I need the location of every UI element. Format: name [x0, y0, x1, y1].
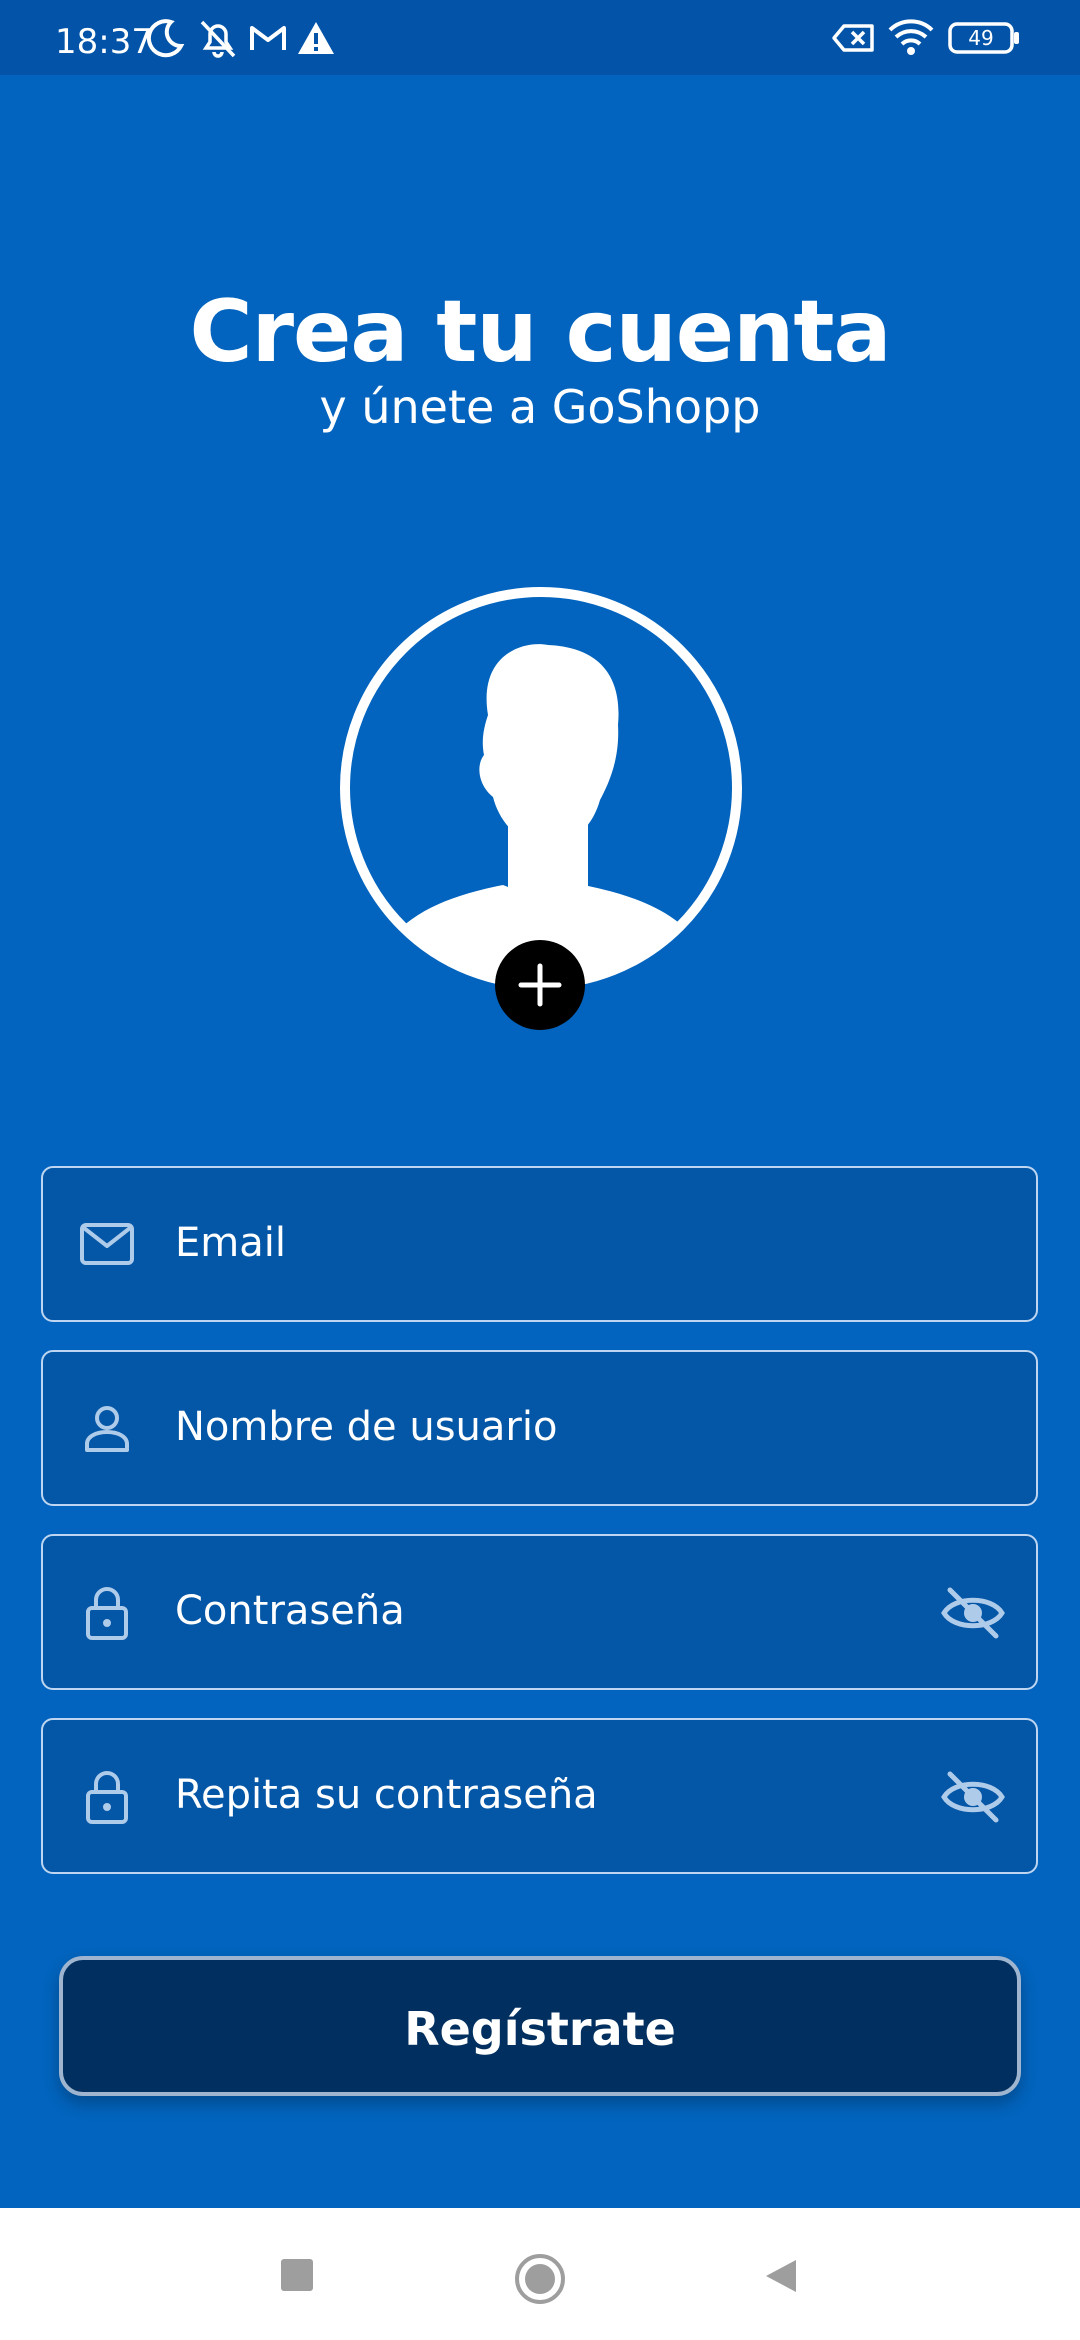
page-title: Crea tu cuenta — [189, 282, 891, 382]
password-field[interactable]: Contraseña — [41, 1534, 1038, 1690]
repeat-password-field[interactable]: Repita su contraseña — [41, 1718, 1038, 1874]
bell-off-icon — [200, 20, 236, 58]
status-time: 18:37 — [55, 22, 153, 62]
username-placeholder: Nombre de usuario — [175, 1404, 558, 1450]
battery-level: 49 — [968, 26, 993, 50]
battery-icon: 49 — [948, 22, 1019, 54]
password-placeholder: Contraseña — [175, 1588, 405, 1634]
profile-photo-picker[interactable] — [338, 585, 744, 991]
home-button[interactable] — [513, 2252, 567, 2306]
page-subtitle: y únete a GoShopp — [319, 380, 761, 434]
back-button[interactable] — [760, 2256, 800, 2296]
repeat-password-placeholder: Repita su contraseña — [175, 1772, 598, 1818]
eye-off-icon[interactable] — [940, 1768, 1006, 1826]
lock-icon — [86, 1587, 128, 1640]
register-button-label: Regístrate — [404, 2002, 676, 2056]
person-silhouette-icon — [340, 587, 742, 989]
mail-icon — [80, 1223, 134, 1265]
moon-icon — [146, 19, 185, 58]
add-photo-button[interactable] — [495, 940, 585, 1030]
person-icon — [85, 1406, 129, 1452]
email-field[interactable]: Email — [41, 1166, 1038, 1322]
plus-icon — [518, 963, 562, 1007]
eye-off-icon[interactable] — [940, 1584, 1006, 1642]
navigation-bar — [0, 2208, 1080, 2340]
register-button[interactable]: Regístrate — [59, 1956, 1021, 2096]
username-field[interactable]: Nombre de usuario — [41, 1350, 1038, 1506]
wifi-icon — [888, 19, 934, 55]
lock-icon — [86, 1771, 128, 1824]
gmail-icon — [250, 26, 286, 50]
status-bar: 18:37 49 — [0, 0, 1080, 75]
warning-icon — [298, 22, 334, 54]
email-placeholder: Email — [175, 1220, 286, 1266]
recents-button[interactable] — [278, 2256, 316, 2294]
sim-off-icon — [832, 24, 874, 52]
